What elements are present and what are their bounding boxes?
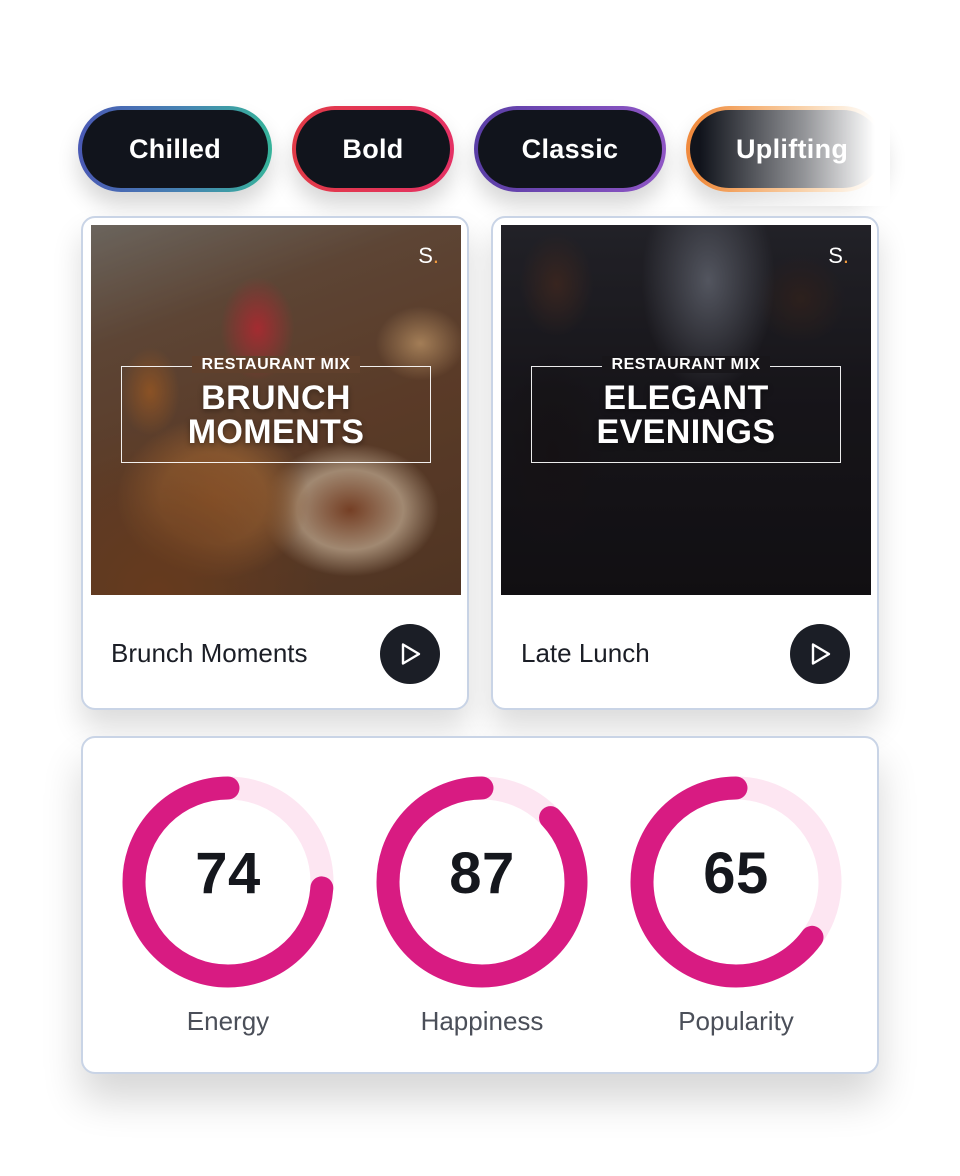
stat-label: Happiness [420,1006,544,1036]
stat-label: Energy [186,1006,270,1036]
playlist-cover-image: S. RESTAURANT MIX BRUNCH MOMENTS [91,225,461,595]
mood-pill-chilled[interactable]: Chilled [78,106,272,192]
playlist-stats-panel: 74 Energy 87 Happiness 65 Popularity [81,736,879,1074]
mood-pill-label: Uplifting [690,110,882,188]
mood-pill-label: Bold [296,110,450,188]
mood-pill-bold[interactable]: Bold [292,106,454,192]
stat-value: 87 [449,841,515,906]
brand-logo: S. [828,243,849,269]
mood-pill-uplifting[interactable]: Uplifting [686,106,886,192]
stat-value: 74 [195,841,261,906]
mood-pill-label: Chilled [82,110,268,188]
play-icon [401,643,421,665]
stat-value: 65 [703,841,769,906]
cover-kicker: RESTAURANT MIX [91,356,461,374]
brand-logo-dot: . [842,243,849,268]
play-icon [811,643,831,665]
cover-title: BRUNCH MOMENTS [91,381,461,449]
cover-kicker-text: RESTAURANT MIX [601,356,771,373]
playlist-cover-image: S. RESTAURANT MIX ELEGANT EVENINGS [501,225,871,595]
cover-title-line: BRUNCH [201,379,351,417]
play-button[interactable] [790,624,850,684]
brand-logo: S. [418,243,439,269]
playlist-name: Late Lunch [521,638,650,668]
cover-kicker: RESTAURANT MIX [501,356,871,374]
stat-gauge-happiness: 87 Happiness [374,774,590,1074]
play-button[interactable] [380,624,440,684]
mood-pill-label: Classic [478,110,662,188]
mood-filter-row: Chilled Bold Classic Uplifting [0,0,960,206]
cover-title-line: MOMENTS [187,413,365,451]
cover-title: ELEGANT EVENINGS [501,381,871,449]
cover-kicker-text: RESTAURANT MIX [191,356,361,373]
stat-gauge-energy: 74 Energy [120,774,336,1074]
stat-label: Popularity [678,1006,794,1036]
stat-gauge-popularity: 65 Popularity [628,774,844,1074]
brand-logo-letter: S [418,243,433,268]
playlist-card-brunch-moments[interactable]: S. RESTAURANT MIX BRUNCH MOMENTS Brunch … [81,216,469,710]
playlist-name: Brunch Moments [111,638,308,668]
cover-title-line: ELEGANT [603,379,769,417]
playlist-card-late-lunch[interactable]: S. RESTAURANT MIX ELEGANT EVENINGS Late … [491,216,879,710]
mood-pill-classic[interactable]: Classic [474,106,666,192]
brand-logo-dot: . [432,243,439,268]
cover-title-line: EVENINGS [596,413,776,451]
brand-logo-letter: S [828,243,843,268]
